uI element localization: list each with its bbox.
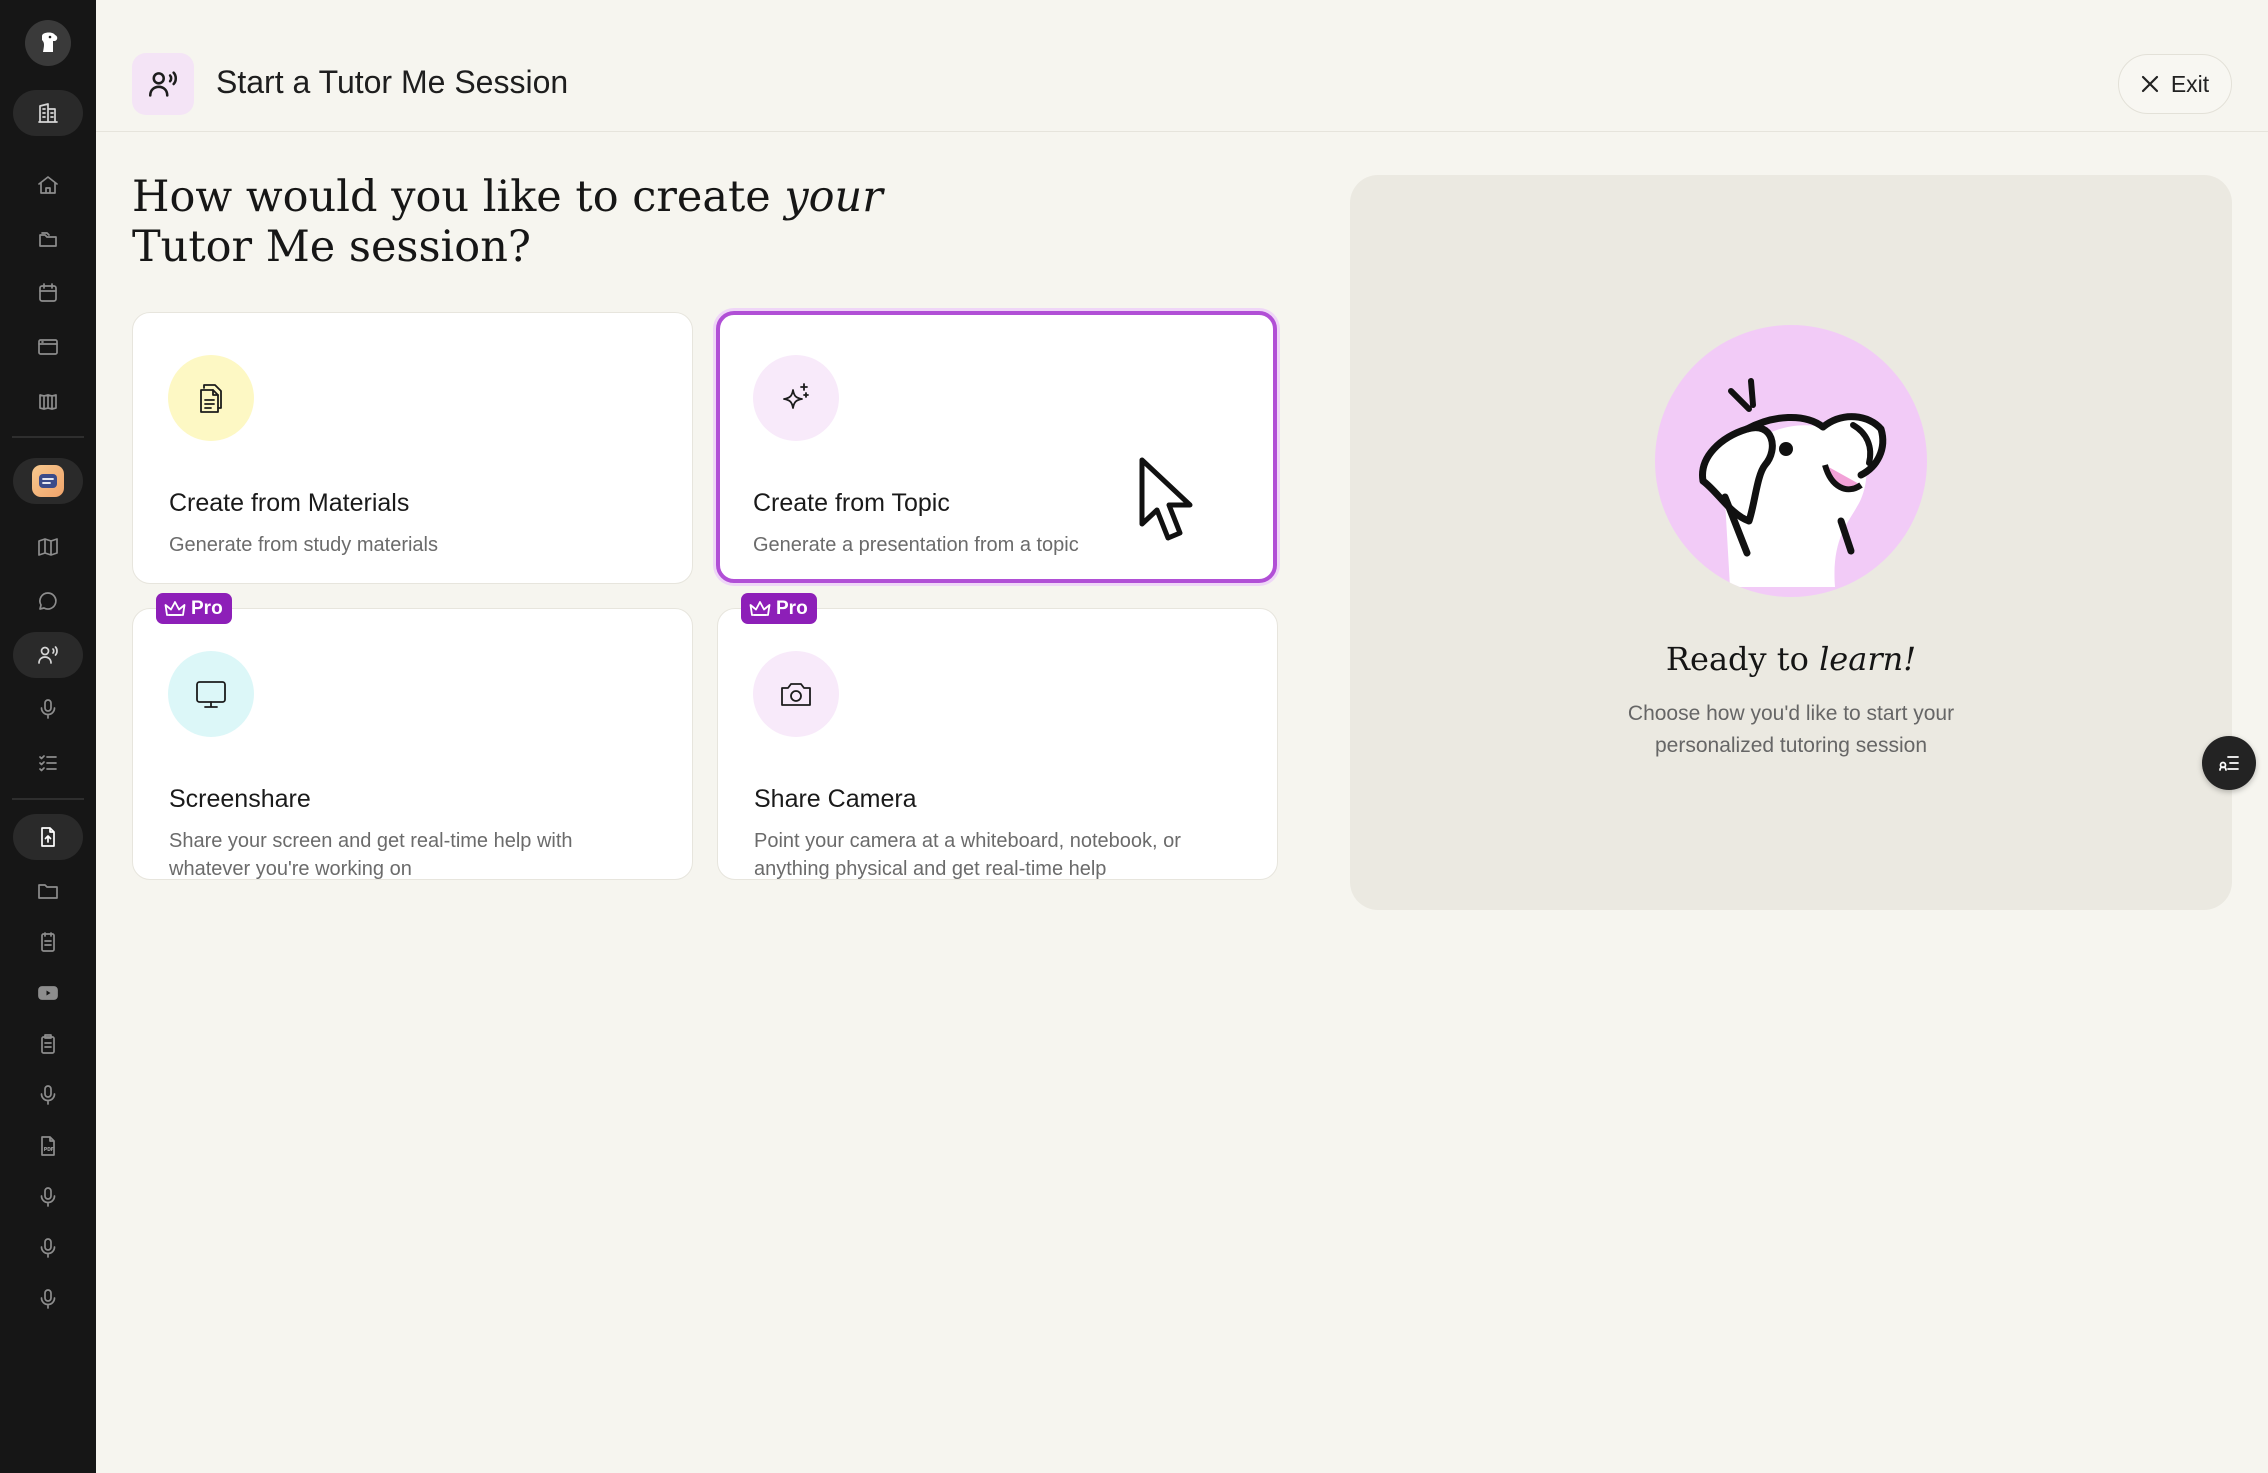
pro-badge-label: Pro xyxy=(191,597,223,619)
option-description: Share your screen and get real-time help… xyxy=(169,830,573,880)
option-description: Point your camera at a whiteboard, noteb… xyxy=(754,830,1181,880)
sidebar-divider xyxy=(12,436,84,438)
app-logo-icon[interactable] xyxy=(25,20,71,66)
exit-button-label: Exit xyxy=(2170,70,2210,97)
folders-icon xyxy=(39,232,57,247)
notes-icon xyxy=(41,932,55,952)
list-settings-icon xyxy=(2219,756,2239,771)
sidebar-item-recording-1[interactable] xyxy=(13,1072,83,1118)
file-upload-icon xyxy=(41,827,55,847)
panel-title-emphasis: learn! xyxy=(1819,640,1917,678)
home-icon xyxy=(38,176,58,194)
creation-method-heading: How would you like to create your Tutor … xyxy=(132,172,952,272)
option-title: Create from Topic xyxy=(753,489,950,517)
sidebar-item-library[interactable] xyxy=(13,378,83,424)
page-header: Start a Tutor Me Session Exit xyxy=(96,0,2268,132)
microphone-icon xyxy=(40,1085,56,1105)
option-card-create-from-materials[interactable]: Create from Materials Generate from stud… xyxy=(132,312,693,584)
chat-bubble-icon xyxy=(39,592,57,610)
folder-icon xyxy=(38,884,58,899)
documents-icon xyxy=(168,355,254,441)
ready-to-learn-panel: Ready to learn! Choose how you'd like to… xyxy=(1350,175,2232,910)
page-title: Start a Tutor Me Session xyxy=(216,64,569,100)
mouse-cursor-icon xyxy=(1139,457,1193,541)
sparkles-icon xyxy=(753,355,839,441)
pro-badge-screenshare: Pro xyxy=(156,593,232,624)
sidebar-item-checklist[interactable] xyxy=(13,740,83,786)
tutor-voice-icon xyxy=(132,53,194,115)
crown-icon xyxy=(164,600,186,616)
heading-emphasis: your xyxy=(784,172,883,222)
monitor-icon xyxy=(168,651,254,737)
option-title: Screenshare xyxy=(169,785,311,813)
tutor-voice-icon xyxy=(38,646,58,664)
sidebar-item-youtube[interactable] xyxy=(13,970,83,1016)
browser-window-icon xyxy=(38,339,58,355)
sidebar-item-browser[interactable] xyxy=(13,324,83,370)
option-title: Create from Materials xyxy=(169,489,410,517)
floating-menu-button[interactable] xyxy=(2202,736,2256,790)
sidebar-item-home[interactable] xyxy=(13,162,83,208)
microphone-icon xyxy=(40,1289,56,1309)
panel-title: Ready to learn! xyxy=(1350,640,2232,678)
sidebar-item-folder[interactable] xyxy=(13,868,83,914)
youtube-icon xyxy=(38,986,58,1000)
exit-button[interactable]: Exit xyxy=(2118,54,2232,114)
clipboard-icon xyxy=(41,1034,55,1054)
sidebar-item-recording-3[interactable] xyxy=(13,1225,83,1271)
sidebar-item-chat[interactable] xyxy=(13,578,83,624)
pro-badge-share-camera: Pro xyxy=(741,593,817,624)
option-title: Share Camera xyxy=(754,785,917,813)
camera-icon xyxy=(753,651,839,737)
checklist-icon xyxy=(39,755,57,772)
sidebar-item-notes[interactable] xyxy=(13,919,83,965)
crown-icon xyxy=(749,600,771,616)
library-icon xyxy=(39,394,57,410)
option-description: Generate from study materials xyxy=(169,534,438,556)
sidebar-item-record[interactable] xyxy=(13,686,83,732)
sidebar-item-tutor-me[interactable] xyxy=(13,632,83,678)
microphone-icon xyxy=(40,699,56,719)
sidebar-item-organization[interactable] xyxy=(13,90,83,136)
pdf-file-icon xyxy=(41,1136,55,1156)
building-icon xyxy=(38,103,58,123)
sidebar-item-recording-4[interactable] xyxy=(13,1276,83,1322)
sidebar-divider xyxy=(12,798,84,800)
calendar-icon xyxy=(39,283,57,302)
app-badge-icon xyxy=(32,465,64,497)
microphone-icon xyxy=(40,1187,56,1207)
sidebar-item-pdf[interactable] xyxy=(13,1123,83,1169)
heading-prefix: How would you like to create xyxy=(132,172,785,222)
option-card-share-camera[interactable]: Share Camera Point your camera at a whit… xyxy=(717,608,1278,880)
sidebar-item-map[interactable] xyxy=(13,524,83,570)
map-icon xyxy=(38,538,58,556)
close-icon xyxy=(2141,75,2158,93)
sidebar-item-upload[interactable] xyxy=(13,814,83,860)
heading-suffix: Tutor Me session? xyxy=(132,222,531,272)
option-card-screenshare[interactable]: Screenshare Share your screen and get re… xyxy=(132,608,693,880)
microphone-icon xyxy=(40,1238,56,1258)
panel-title-prefix: Ready to xyxy=(1665,640,1820,678)
panel-subtitle: Choose how you'd like to start your pers… xyxy=(1627,702,1955,757)
sidebar-item-app[interactable] xyxy=(13,458,83,504)
sidebar-item-calendar[interactable] xyxy=(13,270,83,316)
sidebar xyxy=(0,0,96,1473)
sidebar-item-recording-2[interactable] xyxy=(13,1174,83,1220)
dog-mascot-illustration xyxy=(1655,325,1927,597)
sidebar-item-clipboard[interactable] xyxy=(13,1021,83,1067)
sidebar-item-folders[interactable] xyxy=(13,216,83,262)
pro-badge-label: Pro xyxy=(776,597,808,619)
